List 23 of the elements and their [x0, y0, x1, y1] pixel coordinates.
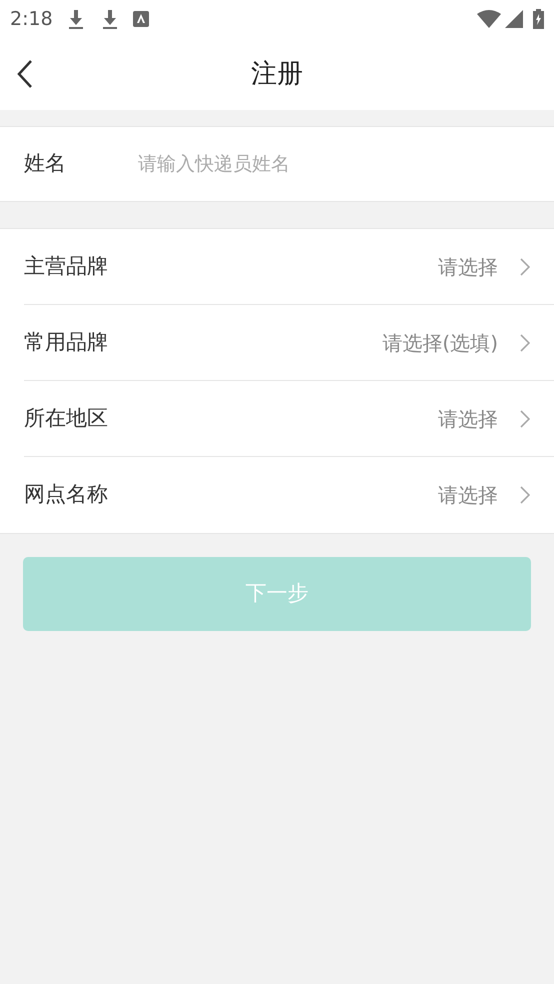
select-value[interactable]: 请选择(选填)	[382, 328, 498, 358]
row-label: 常用品牌	[24, 328, 108, 356]
chevron-right-icon	[520, 334, 530, 352]
chevron-right-icon	[520, 410, 530, 428]
chevron-right-icon	[520, 258, 530, 276]
back-icon[interactable]	[16, 59, 34, 89]
wifi-icon	[477, 9, 501, 29]
select-value[interactable]: 请选择	[438, 404, 498, 434]
download-icon	[100, 9, 119, 29]
battery-icon	[533, 9, 544, 29]
row-label: 主营品牌	[24, 252, 108, 280]
download-icon	[66, 9, 85, 29]
keyboard-status-icon	[132, 11, 149, 27]
field-label: 姓名	[0, 127, 138, 201]
status-time: 2:18	[10, 6, 53, 32]
chevron-right-icon	[520, 486, 530, 504]
row-label: 所在地区	[24, 404, 108, 432]
select-value[interactable]: 请选择	[438, 480, 498, 510]
name-input[interactable]: 请输入快递员姓名	[138, 127, 554, 201]
signal-icon	[505, 10, 523, 28]
row-label: 网点名称	[24, 481, 108, 508]
select-value[interactable]: 请选择	[438, 252, 498, 282]
page-title: 注册	[251, 58, 303, 90]
